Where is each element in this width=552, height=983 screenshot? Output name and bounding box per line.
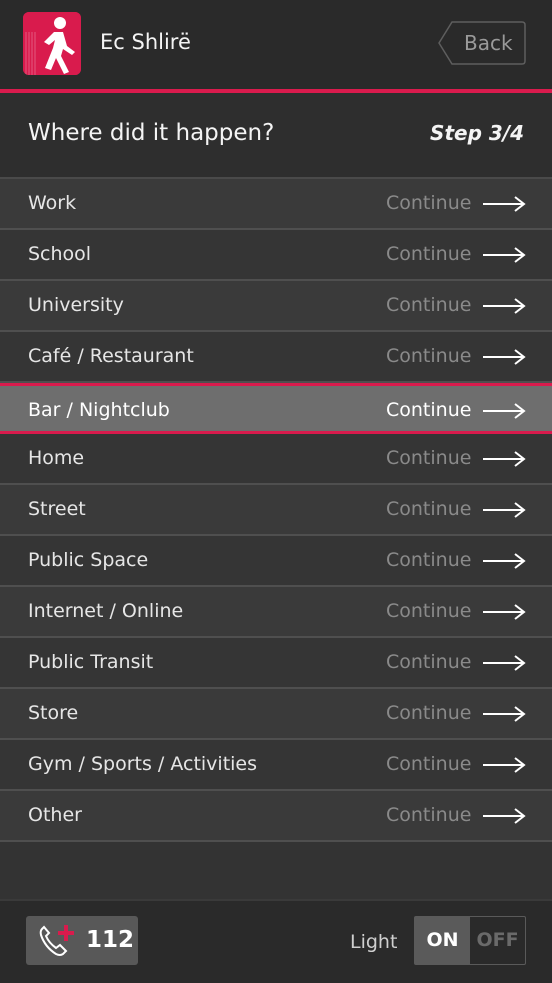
arrow-right-icon [483,451,526,467]
option-label: Other [28,804,82,826]
continue-label: Continue [386,399,472,421]
option-label: University [28,294,124,316]
continue-label: Continue [386,651,472,673]
toggle-off-option[interactable]: OFF [470,917,525,964]
arrow-right-icon [483,757,526,773]
arrow-right-icon [483,502,526,518]
continue-label: Continue [386,549,472,571]
option-row-work[interactable]: Work Continue [0,179,552,230]
option-row-public-space[interactable]: Public Space Continue [0,536,552,587]
continue-label: Continue [386,804,472,826]
arrow-right-icon [483,553,526,569]
arrow-right-icon [483,808,526,824]
option-row-cafe-restaurant[interactable]: Café / Restaurant Continue [0,332,552,383]
option-label: School [28,243,92,265]
option-label: Café / Restaurant [28,345,194,367]
back-button[interactable]: Back [438,21,526,65]
continue-label: Continue [386,447,472,469]
arrow-right-icon [483,655,526,671]
step-indicator: Step 3/4 [430,121,524,145]
arrow-right-icon [483,196,526,212]
option-label: Internet / Online [28,600,184,622]
option-row-bar-nightclub[interactable]: Bar / Nightclub Continue [0,383,552,434]
arrow-right-icon [483,403,526,419]
option-label: Gym / Sports / Activities [28,753,258,775]
app-title: Ec Shlirë [100,30,191,54]
toggle-on-option[interactable]: ON [415,917,470,964]
option-label: Store [28,702,79,724]
option-row-internet-online[interactable]: Internet / Online Continue [0,587,552,638]
option-row-street[interactable]: Street Continue [0,485,552,536]
option-label: Public Transit [28,651,154,673]
arrow-right-icon [483,604,526,620]
question-bar: Where did it happen? Step 3/4 [0,93,552,177]
option-row-store[interactable]: Store Continue [0,689,552,740]
option-label: Home [28,447,85,469]
walking-person-icon [23,12,81,75]
arrow-right-icon [483,706,526,722]
option-label: Bar / Nightclub [28,399,170,421]
option-row-university[interactable]: University Continue [0,281,552,332]
continue-label: Continue [386,345,472,367]
arrow-right-icon [483,298,526,314]
continue-label: Continue [386,294,472,316]
arrow-right-icon [483,349,526,365]
option-row-gym-sports-activities[interactable]: Gym / Sports / Activities Continue [0,740,552,791]
location-options-list: Work Continue School Continue University… [0,177,552,901]
option-row-public-transit[interactable]: Public Transit Continue [0,638,552,689]
emergency-number: 112 [86,927,135,953]
app-header: Ec Shlirë Back [0,0,552,93]
option-row-other[interactable]: Other Continue [0,791,552,842]
option-row-school[interactable]: School Continue [0,230,552,281]
back-label: Back [464,31,513,55]
arrow-right-icon [483,247,526,263]
phone-emergency-icon [39,925,74,956]
option-label: Street [28,498,86,520]
question-title: Where did it happen? [28,120,275,146]
footer-bar: 112 Light ON OFF [0,899,552,983]
option-label: Work [28,192,77,214]
light-toggle[interactable]: ON OFF [414,916,526,965]
continue-label: Continue [386,753,472,775]
continue-label: Continue [386,600,472,622]
light-label: Light [350,931,398,953]
option-row-home[interactable]: Home Continue [0,434,552,485]
option-label: Public Space [28,549,149,571]
continue-label: Continue [386,243,472,265]
continue-label: Continue [386,702,472,724]
continue-label: Continue [386,498,472,520]
continue-label: Continue [386,192,472,214]
emergency-call-button[interactable]: 112 [26,916,138,965]
